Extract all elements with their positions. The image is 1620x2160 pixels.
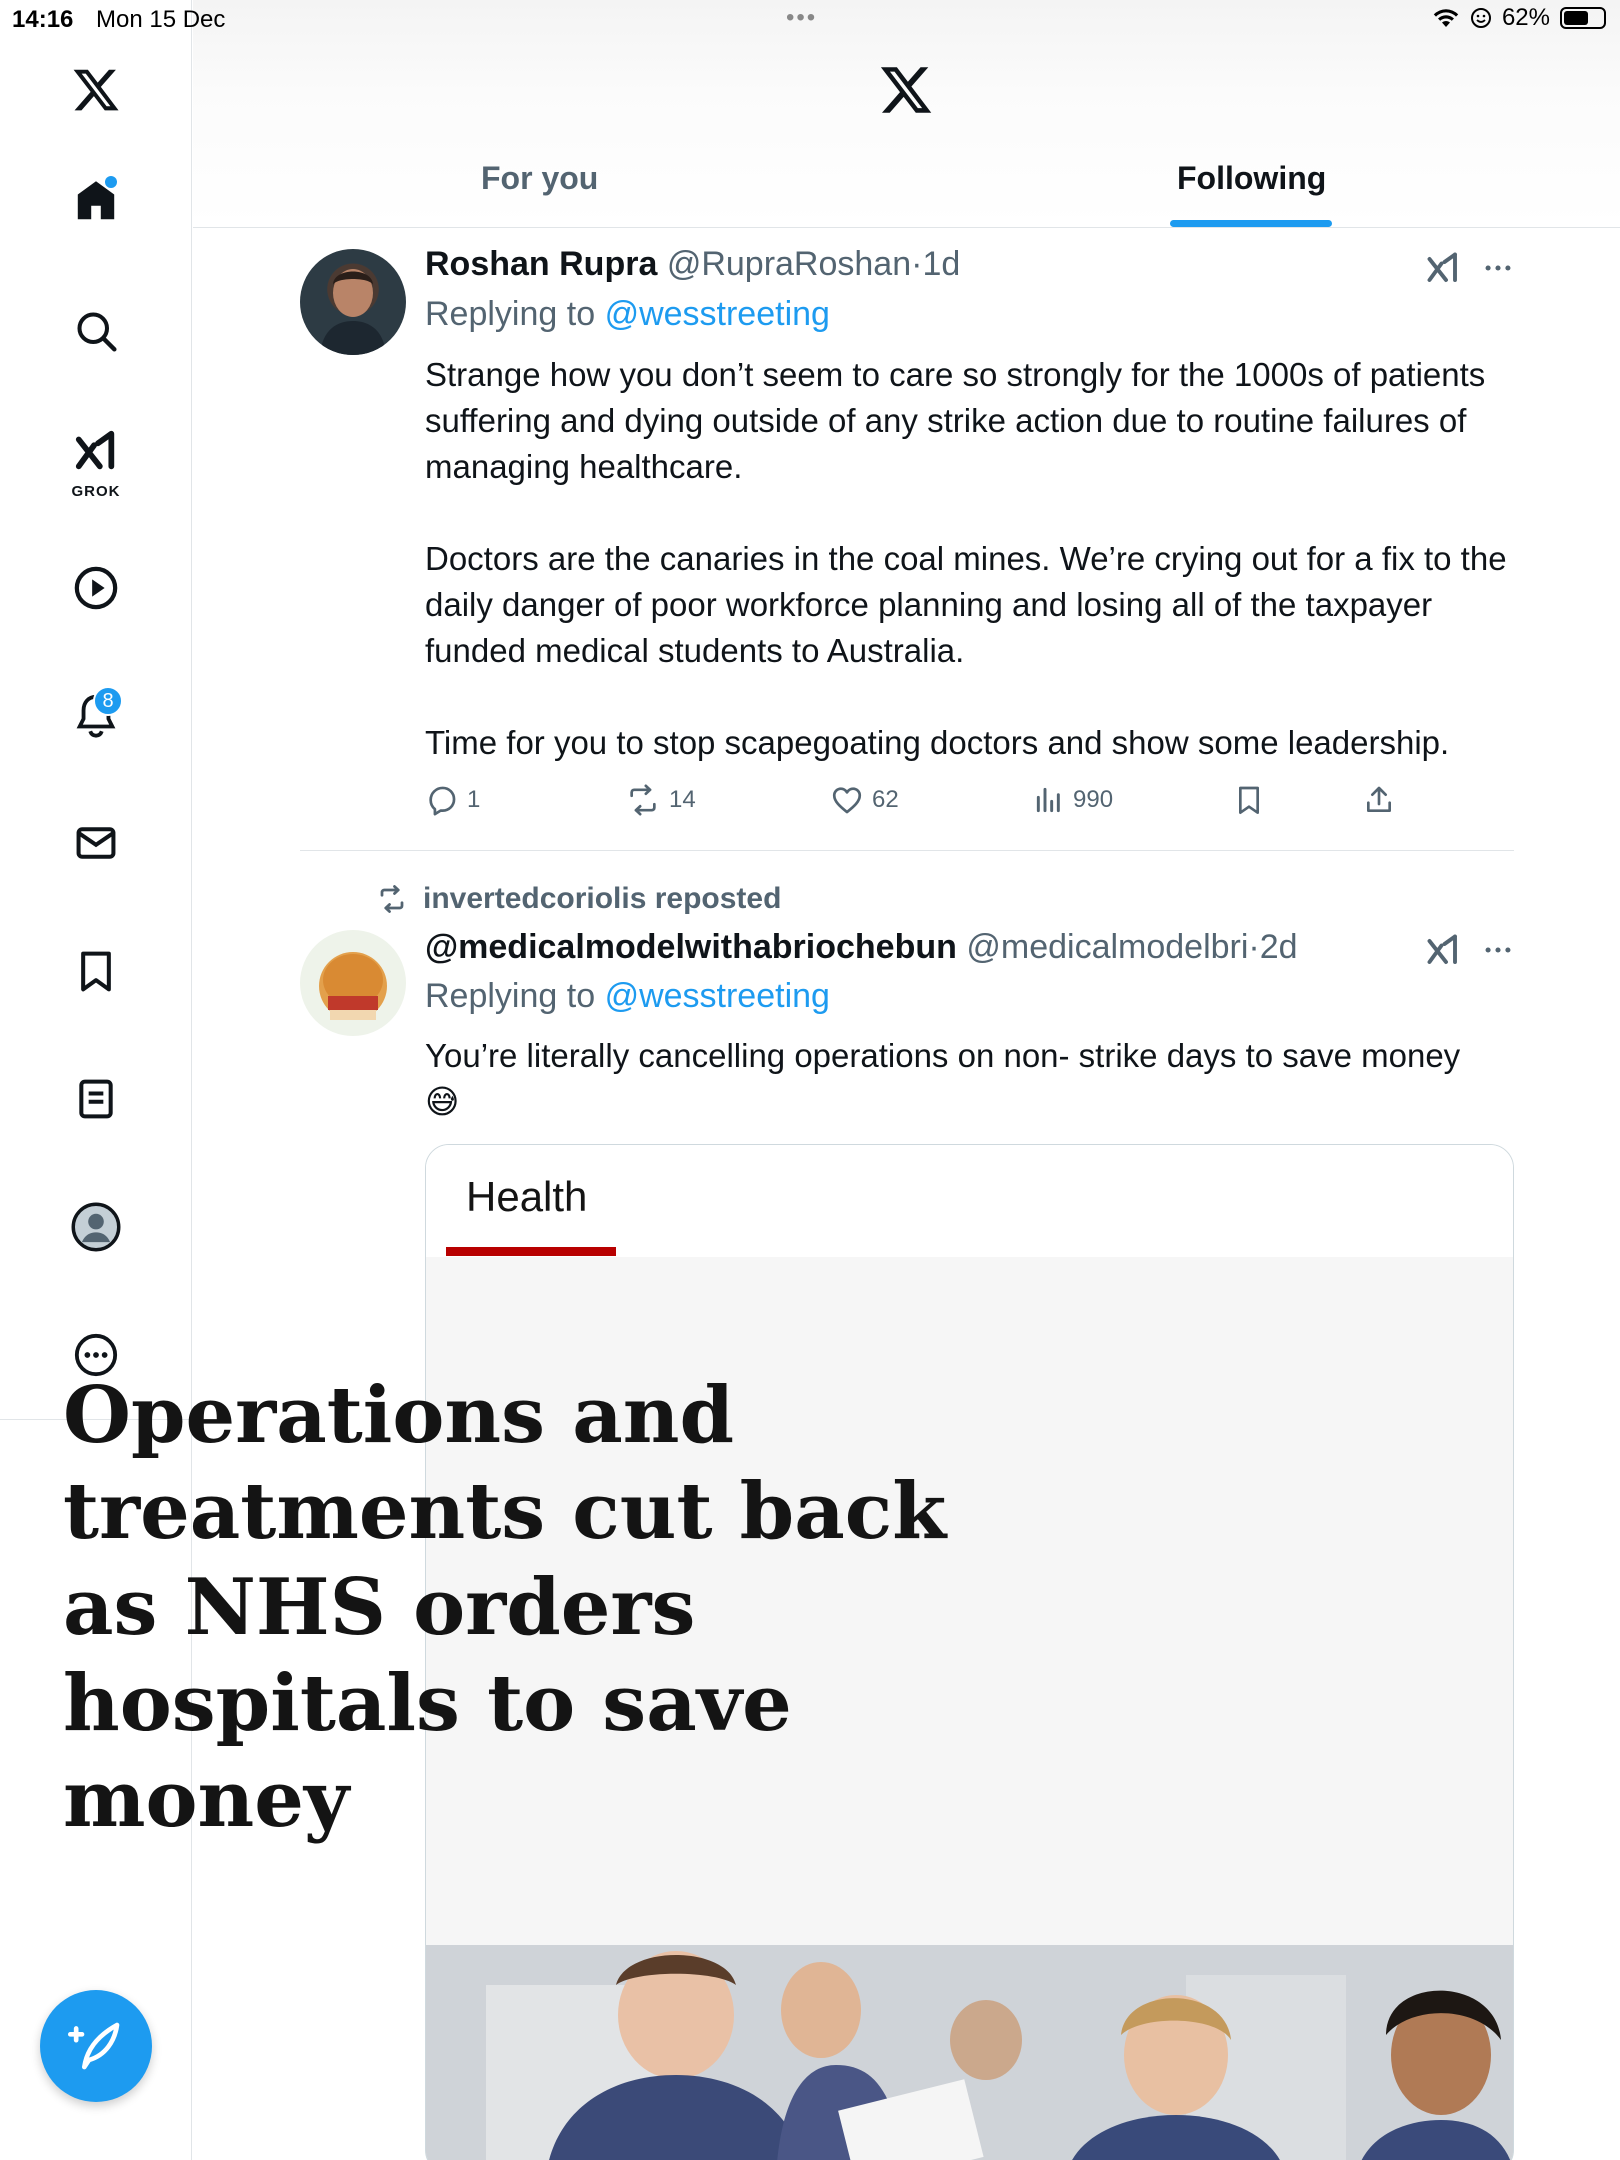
tweet-emoji: 😅 — [425, 1083, 460, 1120]
reply-button[interactable]: 1 — [425, 783, 480, 817]
messages-envelope-icon[interactable] — [61, 808, 131, 878]
card-headline[interactable]: Operations and treatments cut back as NH… — [63, 1368, 1023, 1848]
home-icon[interactable] — [61, 166, 131, 236]
compose-post-button[interactable] — [40, 1990, 152, 2102]
tweet-header: @medicalmodelwithabriochebun @medicalmod… — [425, 928, 1298, 967]
tab-for-you[interactable]: For you — [481, 160, 598, 197]
status-time: 14:16 — [12, 6, 74, 33]
status-date: Mon 15 Dec — [96, 6, 226, 33]
repost-indicator: invertedcoriolis reposted — [375, 882, 781, 916]
views-chart-icon — [1036, 787, 1060, 813]
reply-count: 1 — [467, 786, 481, 813]
author-name[interactable]: Roshan Rupra — [425, 245, 657, 283]
notifications-bell-icon[interactable]: 8 — [61, 680, 131, 750]
avatar-logo — [319, 952, 387, 1020]
tweet-divider — [300, 850, 1514, 851]
replying-to-mention[interactable]: @wesstreeting — [605, 977, 830, 1015]
view-count: 990 — [1073, 786, 1114, 813]
tweet-text: Strange how you don’t seem to care so st… — [425, 356, 1507, 761]
notifications-badge: 8 — [93, 686, 123, 716]
grok-icon[interactable] — [1425, 250, 1461, 286]
repost-icon — [380, 885, 404, 913]
tweet-time[interactable]: 2d — [1260, 928, 1298, 966]
status-right: 62% — [1432, 4, 1606, 32]
wifi-icon — [1433, 9, 1459, 27]
card-section-label: Health — [466, 1173, 588, 1220]
battery-fill — [1564, 11, 1588, 25]
tweet-actions: 1 14 62 990 — [425, 780, 1425, 820]
tweet-text: You’re literally cancelling operations o… — [425, 1037, 1461, 1074]
tweet-header: Roshan Rupra @RupraRoshan·1d — [425, 245, 960, 284]
bookmark-icon — [1239, 786, 1259, 814]
avatar-photo — [320, 269, 386, 355]
tweet-top-icons — [1425, 932, 1515, 968]
lists-icon[interactable] — [61, 1064, 131, 1134]
multitasking-dots-icon[interactable]: ••• — [786, 4, 817, 32]
share-upload-icon — [1367, 786, 1391, 812]
author-handle[interactable]: @RupraRoshan — [667, 245, 911, 283]
like-count: 62 — [872, 786, 899, 813]
meta-separator: · — [1248, 928, 1260, 966]
like-heart-icon — [832, 787, 862, 814]
card-photo-image — [426, 1945, 1513, 2160]
grok-icon[interactable]: GROK — [61, 418, 131, 502]
grok-icon[interactable] — [1425, 932, 1461, 968]
like-button[interactable]: 62 — [830, 783, 899, 817]
more-options-icon[interactable] — [1481, 933, 1515, 967]
avatar[interactable] — [300, 930, 406, 1036]
grok-label: GROK — [71, 483, 121, 500]
more-options-icon[interactable] — [1481, 251, 1515, 285]
card-section-underline — [446, 1247, 616, 1256]
home-unread-dot — [105, 176, 117, 188]
author-handle[interactable]: @medicalmodelbri — [966, 928, 1248, 966]
meta-separator: · — [911, 245, 923, 283]
status-bar: 14:16 Mon 15 Dec ••• 62% — [0, 0, 1620, 40]
search-icon[interactable] — [61, 296, 131, 366]
repost-by[interactable]: invertedcoriolis reposted — [423, 882, 781, 916]
bookmark-button[interactable] — [1233, 784, 1265, 816]
profile-icon[interactable] — [61, 1192, 131, 1262]
compose-post-icon — [68, 2022, 120, 2070]
replying-to-label: Replying to — [425, 977, 596, 1015]
bookmark-icon[interactable] — [61, 936, 131, 1006]
repost-icon — [630, 784, 656, 816]
tweet-text-block: You’re literally cancelling operations o… — [425, 1033, 1520, 1125]
repost-count: 14 — [669, 786, 696, 813]
battery-icon — [1560, 7, 1606, 29]
share-button[interactable] — [1363, 784, 1395, 816]
reply-icon — [429, 786, 456, 816]
card-photo — [426, 1945, 1513, 2160]
tweet-time[interactable]: 1d — [922, 245, 960, 283]
x-logo-icon[interactable] — [878, 62, 934, 118]
views-button[interactable]: 990 — [1033, 784, 1113, 816]
x-logo-icon[interactable] — [61, 55, 131, 125]
replying-to-label: Replying to — [425, 295, 596, 333]
tab-following[interactable]: Following — [1177, 160, 1326, 197]
avatar[interactable] — [300, 249, 406, 355]
repost-button[interactable]: 14 — [625, 783, 696, 817]
card-top-bar: Health — [426, 1145, 1513, 1257]
author-name[interactable]: @medicalmodelwithabriochebun — [425, 928, 957, 966]
focus-icon — [1470, 8, 1491, 28]
tweet-top-icons — [1425, 250, 1515, 286]
battery-percent: 62% — [1501, 4, 1550, 31]
active-tab-indicator — [1170, 220, 1332, 227]
video-play-icon[interactable] — [61, 553, 131, 623]
replying-to-mention[interactable]: @wesstreeting — [605, 295, 830, 333]
replying-to: Replying to @wesstreeting — [425, 295, 830, 334]
replying-to: Replying to @wesstreeting — [425, 977, 830, 1016]
